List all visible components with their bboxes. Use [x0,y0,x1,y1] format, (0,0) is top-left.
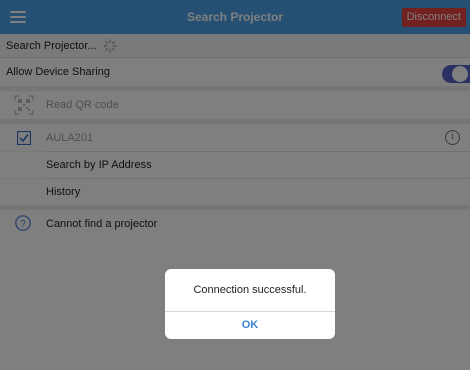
app-screen: Search Projector Disconnect Search Proje… [0,0,470,370]
dialog-message: Connection successful. [193,284,307,296]
ok-button[interactable]: OK [165,312,335,339]
modal-backdrop [0,0,470,237]
connection-alert-dialog: Connection successful. OK [165,269,335,339]
